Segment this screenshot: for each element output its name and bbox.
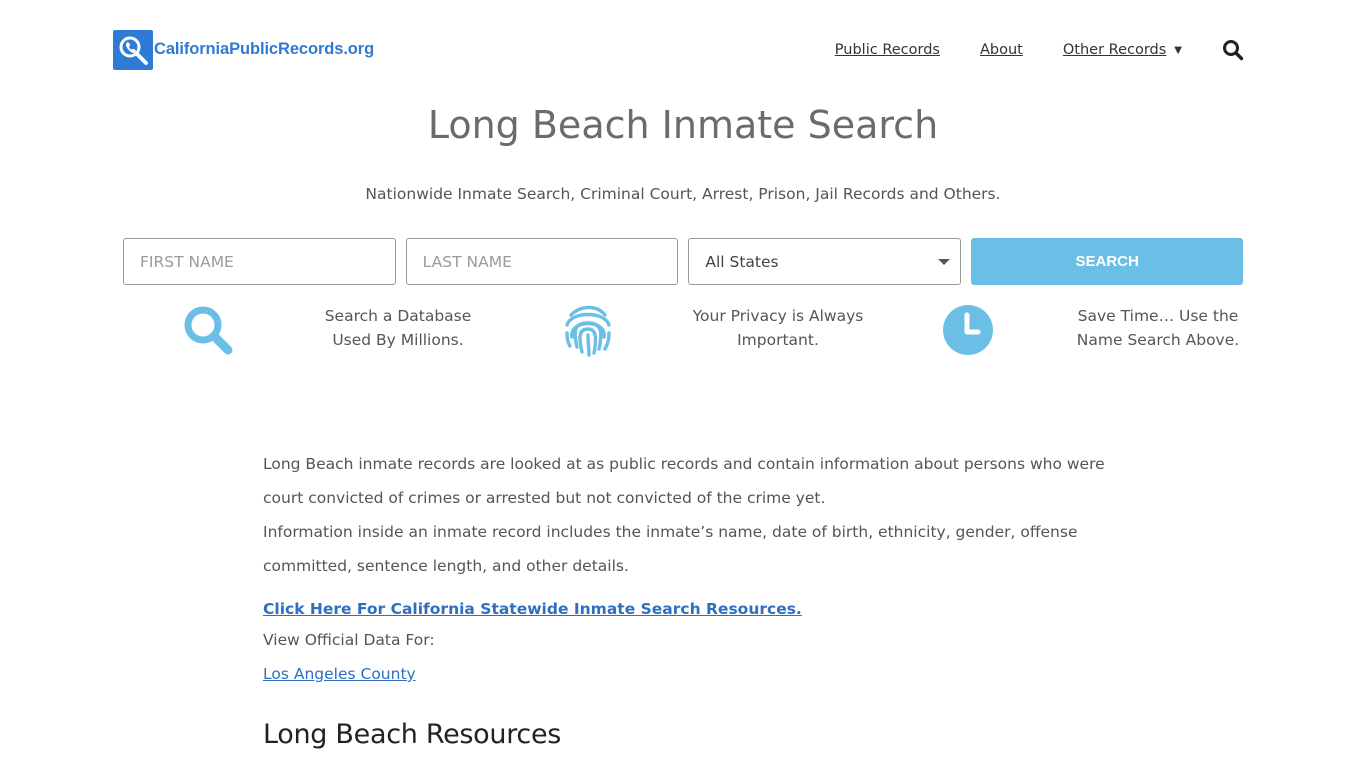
statewide-resources-link[interactable]: Click Here For California Statewide Inma… <box>263 597 802 621</box>
features-row: Search a Database Used By Millions. Your… <box>123 300 1243 362</box>
caret-down-icon <box>938 259 951 265</box>
view-official-data-label: View Official Data For: <box>263 631 435 649</box>
nav-other-records-label: Other Records <box>1062 42 1167 58</box>
search-icon[interactable] <box>1222 39 1244 61</box>
feature-line: Your Privacy is Always <box>692 307 864 325</box>
nav-other-records[interactable]: Other Records ▼ <box>1063 42 1182 58</box>
main-nav: Public Records About Other Records ▼ <box>795 39 1244 61</box>
state-select[interactable]: All States <box>688 238 962 285</box>
main-content: Long Beach inmate records are looked at … <box>263 447 1113 750</box>
feature-text: Search a Database Used By Millions. <box>288 304 508 352</box>
feature-text: Your Privacy is Always Important. <box>668 304 888 352</box>
state-select-value: All States <box>688 238 962 285</box>
search-icon <box>181 303 235 361</box>
page-subtitle: Nationwide Inmate Search, Criminal Court… <box>365 185 1001 203</box>
feature-text: Save Time… Use the Name Search Above. <box>1048 304 1268 352</box>
nav-public-records[interactable]: Public Records <box>835 42 940 58</box>
logo-text: CaliforniaPublicRecords.org <box>154 40 375 58</box>
inmate-search-form: All States SEARCH <box>123 238 1243 285</box>
feature-line: Save Time… Use the <box>1077 307 1239 325</box>
site-logo[interactable]: CaliforniaPublicRecords.org <box>113 29 374 70</box>
resources-heading: Long Beach Resources <box>263 719 562 750</box>
first-name-input[interactable] <box>123 238 396 285</box>
feature-line: Name Search Above. <box>1076 331 1240 349</box>
page-title: Long Beach Inmate Search <box>427 103 939 147</box>
intro-paragraph: Long Beach inmate records are looked at … <box>263 455 1105 507</box>
fingerprint-icon <box>561 303 615 361</box>
chevron-down-icon: ▼ <box>1174 45 1182 56</box>
county-link[interactable]: Los Angeles County <box>263 657 416 691</box>
clock-icon <box>942 303 996 361</box>
feature-line: Important. <box>737 331 819 349</box>
site-header: CaliforniaPublicRecords.org Public Recor… <box>0 0 1366 100</box>
search-button[interactable]: SEARCH <box>971 238 1243 285</box>
feature-line: Search a Database <box>324 307 472 325</box>
last-name-input[interactable] <box>405 238 679 285</box>
nav-about[interactable]: About <box>980 42 1023 58</box>
details-paragraph: Information inside an inmate record incl… <box>263 523 1078 575</box>
feature-line: Used By Millions. <box>332 331 464 349</box>
magnifier-phone-icon <box>113 29 153 70</box>
